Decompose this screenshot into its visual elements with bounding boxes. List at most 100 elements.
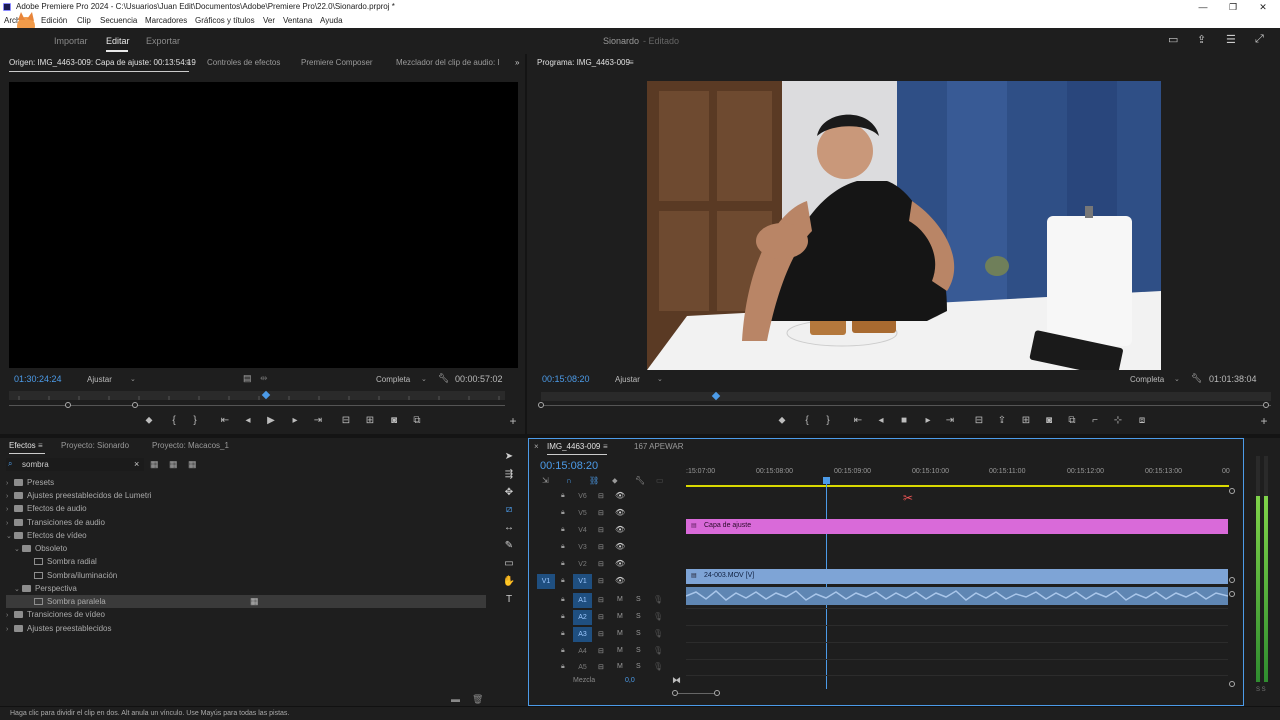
- wrench-icon[interactable]: 🔧︎: [438, 373, 449, 384]
- zoom-handle-right[interactable]: [132, 402, 138, 408]
- zoom-handle-left[interactable]: [65, 402, 71, 408]
- effects-search-input[interactable]: sombra: [22, 460, 49, 469]
- tab-audio-mixer[interactable]: Mezclador del clip de audio: IM(: [396, 55, 500, 71]
- microphone-icon[interactable]: 🎙︎: [653, 612, 663, 621]
- track-label[interactable]: V5: [573, 506, 592, 521]
- sequence-menu-icon[interactable]: ≡: [603, 439, 608, 455]
- tab-efectos[interactable]: Efectos: [9, 438, 36, 454]
- tree-item-audio-effects[interactable]: › Efectos de audio: [6, 502, 87, 515]
- mute-button[interactable]: M: [617, 663, 623, 670]
- lift-icon[interactable]: ⊟: [972, 415, 986, 427]
- lock-track-icon[interactable]: 🔒︎: [561, 577, 565, 585]
- zoom-handle-right[interactable]: [1263, 402, 1269, 408]
- track-label[interactable]: V4: [573, 523, 592, 538]
- clip-video-v1[interactable]: ▤ 24-003.MOV [V]: [686, 569, 1228, 584]
- tree-item-sombra-paralela[interactable]: Sombra paralela: [34, 595, 106, 608]
- source-zoom-bar[interactable]: [9, 405, 505, 406]
- add-marker-icon[interactable]: ⬥: [612, 476, 618, 486]
- workspaces-icon[interactable]: ▭: [1168, 33, 1178, 46]
- tab-proyecto-sionardo[interactable]: Proyecto: Sionardo: [61, 438, 129, 454]
- tree-item-audio-transitions[interactable]: › Transiciones de audio: [6, 516, 105, 529]
- trim-icon[interactable]: ⊞: [1019, 415, 1033, 427]
- tab-exportar[interactable]: Exportar: [146, 36, 180, 46]
- mute-button[interactable]: M: [617, 613, 623, 620]
- track-scroll-handle-top[interactable]: [1229, 488, 1235, 494]
- menu-ayuda[interactable]: Ayuda: [320, 14, 343, 28]
- tab-importar[interactable]: Importar: [54, 36, 88, 46]
- step-back-icon[interactable]: ◂: [874, 415, 888, 427]
- go-to-out-icon[interactable]: ⇥: [311, 415, 325, 427]
- track-label[interactable]: V6: [573, 489, 592, 504]
- menu-clip[interactable]: Clip: [77, 14, 91, 28]
- sync-lock-icon[interactable]: ⊟: [598, 647, 604, 655]
- lock-track-icon[interactable]: 🔒︎: [561, 630, 565, 638]
- program-zoom-bar[interactable]: [541, 405, 1271, 406]
- snap-icon[interactable]: ∩: [566, 476, 572, 485]
- sync-lock-icon[interactable]: ⊟: [598, 613, 604, 621]
- audio-scroll-handle-bottom[interactable]: [1229, 681, 1235, 687]
- tree-item-presets[interactable]: › Presets: [6, 476, 54, 489]
- source-menu-icon[interactable]: ≡: [186, 55, 191, 71]
- mark-in-icon[interactable]: {: [800, 415, 814, 427]
- sync-lock-icon[interactable]: ⊟: [598, 492, 604, 500]
- 32bit-effects-icon[interactable]: ▦: [169, 459, 178, 470]
- step-forward-icon[interactable]: ▸: [288, 415, 302, 427]
- lock-track-icon[interactable]: 🔒︎: [561, 613, 565, 621]
- mark-in-icon[interactable]: {: [167, 415, 181, 427]
- tab-program[interactable]: Programa: IMG_4463-009: [537, 55, 630, 71]
- mark-out-icon[interactable]: }: [188, 415, 202, 427]
- sync-lock-icon[interactable]: ⊟: [598, 526, 604, 534]
- track-scroll-handle-mid[interactable]: [1229, 577, 1235, 583]
- sync-lock-icon[interactable]: ⊟: [598, 630, 604, 638]
- zoom-handle-left[interactable]: [538, 402, 544, 408]
- close-button[interactable]: ✕: [1248, 0, 1278, 14]
- program-fit-select[interactable]: Ajustar: [615, 375, 640, 384]
- type-tool-icon[interactable]: T: [502, 593, 516, 607]
- clear-search-icon[interactable]: ×: [134, 459, 139, 469]
- menu-marcadores[interactable]: Marcadores: [145, 14, 187, 28]
- timeline-timecode[interactable]: 00:15:08:20: [540, 460, 598, 472]
- tab-effect-controls[interactable]: Controles de efectos: [207, 55, 280, 71]
- tree-item-sombra-iluminacion[interactable]: Sombra/iluminación: [34, 569, 117, 582]
- eye-icon[interactable]: 👁︎: [615, 525, 625, 534]
- tree-item-lumetri[interactable]: › Ajustes preestablecidos de Lumetri: [6, 489, 152, 502]
- effects-search-box[interactable]: ⌕ sombra ×: [6, 458, 144, 471]
- nest-toggle-icon[interactable]: ⇲: [542, 476, 549, 485]
- tab-sequence-main[interactable]: IMG_4463-009: [547, 439, 600, 455]
- sync-lock-icon[interactable]: ⊟: [598, 577, 604, 585]
- source-time-ruler[interactable]: [9, 391, 505, 400]
- rectangle-tool-icon[interactable]: ▭: [502, 557, 516, 571]
- new-bin-icon[interactable]: ▬: [451, 694, 460, 704]
- hand-tool-icon[interactable]: ✋: [502, 575, 516, 589]
- wrench-icon[interactable]: 🔧︎: [635, 476, 645, 485]
- source-video-frame[interactable]: [9, 82, 518, 368]
- tab-editar[interactable]: Editar: [106, 36, 130, 46]
- lock-track-icon[interactable]: 🔒︎: [561, 526, 565, 534]
- tree-item-perspectiva[interactable]: ⌄ Perspectiva: [14, 582, 77, 595]
- program-video-frame[interactable]: [647, 81, 1161, 370]
- eye-icon[interactable]: 👁︎: [615, 491, 625, 500]
- solo-button[interactable]: S: [636, 647, 641, 654]
- clip-capa-de-ajuste[interactable]: ▤ Capa de ajuste: [686, 519, 1228, 534]
- tree-item-obsoleto[interactable]: ⌄ Obsoleto: [14, 542, 67, 555]
- add-marker-icon[interactable]: ⬥: [142, 415, 156, 427]
- effects-menu-icon[interactable]: ≡: [38, 438, 43, 454]
- camera-icon[interactable]: ◙: [387, 415, 401, 427]
- minimize-button[interactable]: —: [1188, 0, 1218, 14]
- more-tabs-icon[interactable]: »: [515, 55, 519, 71]
- program-timecode[interactable]: 00:15:08:20: [542, 374, 590, 384]
- microphone-icon[interactable]: 🎙︎: [653, 595, 663, 604]
- close-tab-icon[interactable]: ×: [534, 439, 539, 455]
- source-timecode[interactable]: 01:30:24:24: [14, 374, 62, 384]
- selection-tool-icon[interactable]: ➤: [502, 450, 516, 464]
- comparison-view-icon[interactable]: ⧉: [1065, 415, 1079, 427]
- extract-icon[interactable]: ⇪: [995, 415, 1009, 427]
- sync-lock-icon[interactable]: ⊟: [598, 596, 604, 604]
- source-drag-icon[interactable]: ⇹: [260, 373, 268, 384]
- program-quality-select[interactable]: Completa: [1130, 375, 1164, 384]
- step-forward-icon[interactable]: ▸: [921, 415, 935, 427]
- step-back-icon[interactable]: ◂: [241, 415, 255, 427]
- insert-icon[interactable]: ⊟: [339, 415, 353, 427]
- sync-lock-icon[interactable]: ⊟: [598, 663, 604, 671]
- eye-icon[interactable]: 👁︎: [615, 508, 625, 517]
